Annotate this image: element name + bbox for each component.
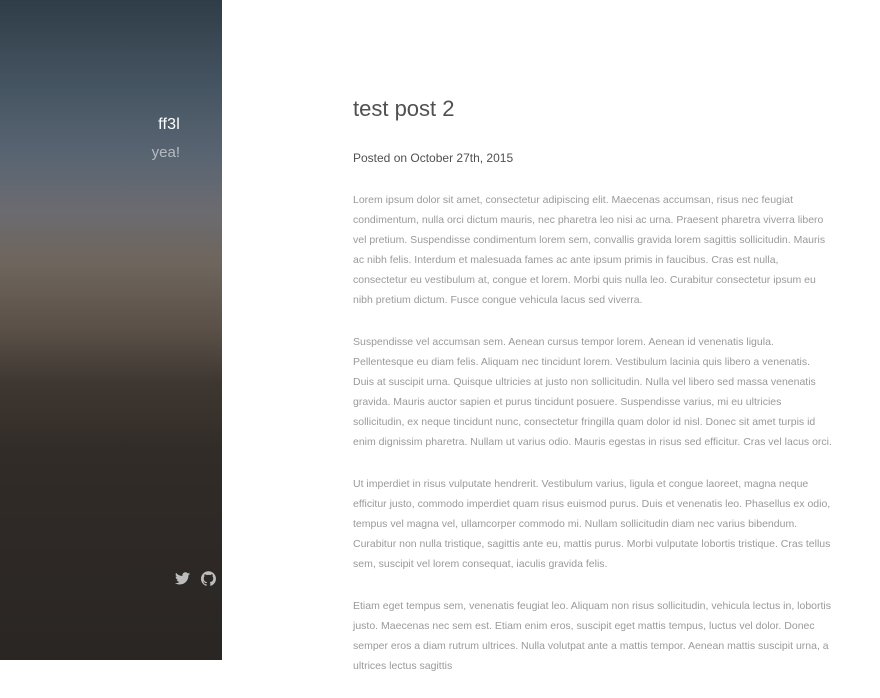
post-title[interactable]: test post 2 (353, 96, 455, 122)
twitter-icon (174, 571, 190, 584)
social-links (174, 570, 216, 586)
twitter-link[interactable] (174, 570, 190, 586)
post-paragraph: Etiam eget tempus sem, venenatis feugiat… (353, 600, 831, 672)
site-title[interactable]: ff3l (158, 116, 180, 134)
post-date: Posted on October 27th, 2015 (353, 151, 514, 165)
github-icon (200, 570, 216, 586)
post-paragraph: Ut imperdiet in risus vulputate hendreri… (353, 478, 831, 570)
site-tagline: yea! (151, 144, 180, 161)
sidebar: ff3l yea! (0, 0, 222, 660)
post-body: Lorem ipsum dolor sit amet, consectetur … (353, 190, 833, 698)
post-paragraph: Lorem ipsum dolor sit amet, consectetur … (353, 194, 826, 306)
post-paragraph: Suspendisse vel accumsan sem. Aenean cur… (353, 336, 832, 448)
github-link[interactable] (200, 570, 216, 586)
